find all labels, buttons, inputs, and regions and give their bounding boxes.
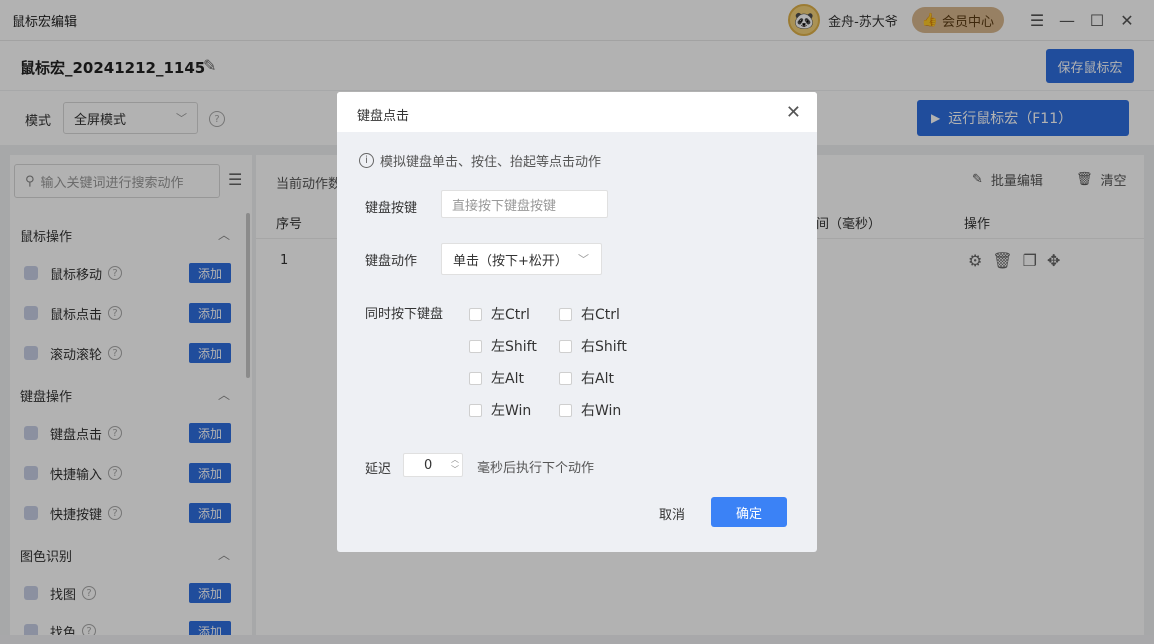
checkbox-left-alt[interactable]: 左Alt xyxy=(469,368,524,388)
checkbox-right-ctrl[interactable]: 右Ctrl xyxy=(559,304,620,324)
action-label: 键盘动作 xyxy=(365,254,418,269)
key-label: 键盘按键 xyxy=(365,201,418,216)
checkbox-left-shift[interactable]: 左Shift xyxy=(469,336,537,356)
cancel-button[interactable]: 取消 xyxy=(659,504,685,523)
info-icon: i xyxy=(359,153,374,168)
dialog-info-text: 模拟键盘单击、按住、抬起等点击动作 xyxy=(380,155,602,170)
dialog-title: 键盘点击 xyxy=(357,109,410,124)
keyboard-action-select[interactable]: 单击（按下+松开） ﹀ xyxy=(441,243,602,275)
keyboard-click-dialog: 键盘点击 ✕ i 模拟键盘单击、按住、抬起等点击动作 键盘按键 直接按下键盘按键… xyxy=(337,92,817,552)
delay-suffix: 毫秒后执行下个动作 xyxy=(477,461,595,476)
delay-stepper[interactable]: 0 ︿ ﹀ xyxy=(403,453,463,477)
dialog-header: 键盘点击 ✕ xyxy=(337,92,817,132)
chevron-down-icon: ﹀ xyxy=(578,253,589,266)
keyboard-action-value: 单击（按下+松开） xyxy=(453,253,568,269)
key-input[interactable]: 直接按下键盘按键 xyxy=(441,190,608,218)
modifiers-label: 同时按下键盘 xyxy=(365,307,444,322)
checkbox-left-win[interactable]: 左Win xyxy=(469,400,531,420)
checkbox-right-win[interactable]: 右Win xyxy=(559,400,621,420)
delay-value: 0 xyxy=(424,457,433,473)
confirm-button[interactable]: 确定 xyxy=(711,497,787,527)
close-icon[interactable]: ✕ xyxy=(786,102,801,123)
dialog-info: i 模拟键盘单击、按住、抬起等点击动作 xyxy=(359,151,601,170)
checkbox-right-shift[interactable]: 右Shift xyxy=(559,336,627,356)
delay-label: 延迟 xyxy=(365,462,392,477)
checkbox-left-ctrl[interactable]: 左Ctrl xyxy=(469,304,530,324)
checkbox-right-alt[interactable]: 右Alt xyxy=(559,368,614,388)
key-input-placeholder: 直接按下键盘按键 xyxy=(452,198,557,214)
spinner-arrows-icon[interactable]: ︿ ﹀ xyxy=(451,455,459,475)
